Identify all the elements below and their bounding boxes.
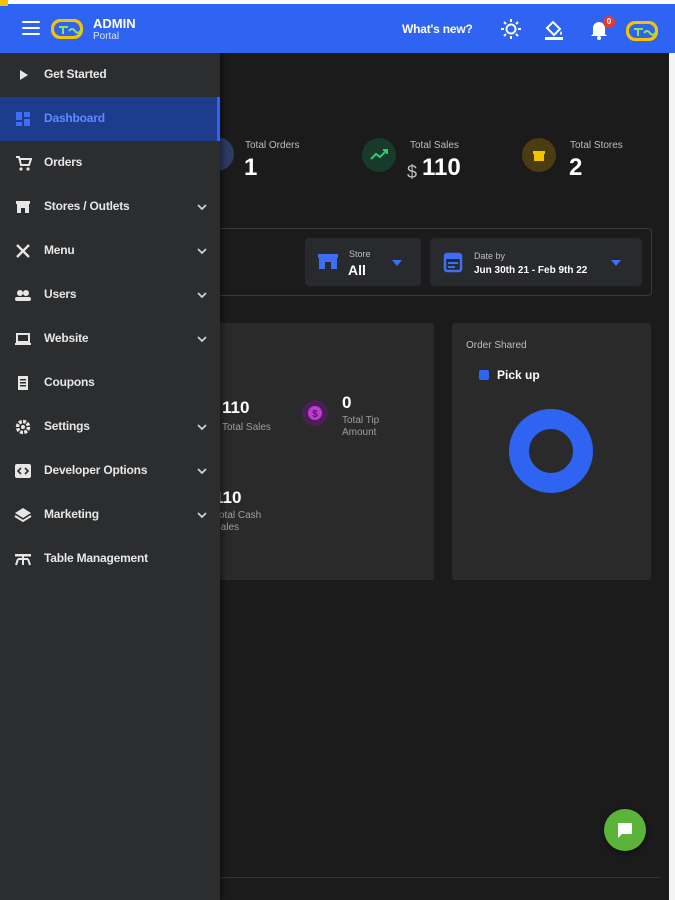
chat-icon bbox=[618, 823, 632, 838]
order-shared-title: Order Shared bbox=[466, 340, 527, 351]
users-icon bbox=[15, 290, 31, 301]
hamburger-menu-icon[interactable] bbox=[22, 21, 40, 35]
chevron-down-icon bbox=[197, 248, 207, 255]
content-divider bbox=[220, 877, 660, 878]
sidebar-item-settings[interactable]: Settings bbox=[0, 405, 220, 449]
sidebar-item-label: Get Started bbox=[44, 67, 107, 81]
sidebar-item-label: Marketing bbox=[44, 507, 99, 521]
order-shared-donut-chart bbox=[509, 409, 593, 493]
sidebar-item-website[interactable]: Website bbox=[0, 317, 220, 361]
store-icon bbox=[318, 254, 338, 269]
brand-subtitle: Portal bbox=[93, 31, 120, 42]
summary-total-tip-value: 0 bbox=[342, 393, 352, 412]
legend-swatch[interactable] bbox=[479, 370, 489, 380]
storefront-icon bbox=[522, 138, 556, 172]
coupon-icon bbox=[18, 376, 28, 390]
sidebar-item-label: Users bbox=[44, 287, 77, 301]
sidebar-item-developer-options[interactable]: Developer Options bbox=[0, 449, 220, 493]
date-range-label: Date by bbox=[474, 251, 506, 261]
trending-up-icon bbox=[362, 138, 396, 172]
sun-icon[interactable] bbox=[500, 18, 522, 40]
utensils-icon bbox=[16, 244, 30, 258]
chevron-down-icon bbox=[197, 292, 207, 299]
sidebar-item-dashboard[interactable]: Dashboard bbox=[0, 97, 220, 141]
sidebar-item-menu[interactable]: Menu bbox=[0, 229, 220, 273]
total-orders-label: Total Orders bbox=[245, 140, 300, 151]
sidebar: Get Started Dashboard Orders Stores / Ou… bbox=[0, 53, 220, 900]
svg-text:$: $ bbox=[312, 409, 318, 420]
calendar-icon bbox=[443, 252, 463, 273]
window-edge bbox=[669, 53, 675, 900]
layers-icon bbox=[14, 508, 32, 523]
store-dropdown-value: All bbox=[348, 262, 366, 278]
sidebar-item-label: Website bbox=[44, 331, 89, 345]
dashboard-icon bbox=[16, 112, 30, 126]
summary-total-tip-label-2: Amount bbox=[342, 427, 377, 438]
store-dropdown-label: Store bbox=[349, 249, 371, 259]
sidebar-item-label: Stores / Outlets bbox=[44, 199, 130, 213]
sidebar-item-label: Developer Options bbox=[44, 463, 148, 477]
sidebar-item-stores-outlets[interactable]: Stores / Outlets bbox=[0, 185, 220, 229]
summary-total-sales-label: Total Sales bbox=[222, 422, 271, 433]
total-sales-value: 110 bbox=[422, 154, 461, 181]
top-bar: ADMIN Portal What's new? 0 bbox=[0, 4, 675, 53]
brand-logo bbox=[51, 19, 83, 39]
summary-total-sales-value: 110 bbox=[222, 398, 250, 417]
summary-total-tip-label-1: Total Tip bbox=[342, 415, 380, 426]
sales-summary-card bbox=[200, 323, 434, 580]
sidebar-item-label: Dashboard bbox=[44, 111, 105, 125]
user-avatar[interactable] bbox=[625, 18, 659, 44]
date-range-value: Jun 30th 21 - Feb 9th 22 bbox=[474, 265, 588, 276]
chevron-down-icon bbox=[197, 204, 207, 211]
caret-down-icon bbox=[392, 260, 402, 266]
code-icon bbox=[15, 464, 31, 478]
store-dropdown[interactable]: Store All bbox=[305, 238, 421, 286]
sidebar-item-label: Menu bbox=[44, 243, 75, 257]
sidebar-item-coupons[interactable]: Coupons bbox=[0, 361, 220, 405]
play-icon bbox=[20, 70, 28, 80]
caret-down-icon bbox=[611, 260, 621, 266]
chat-button[interactable] bbox=[604, 809, 646, 851]
sidebar-item-label: Coupons bbox=[44, 375, 95, 389]
store-icon bbox=[16, 201, 30, 213]
total-stores-value: 2 bbox=[569, 154, 583, 181]
tip-dollar-icon: $ bbox=[302, 400, 328, 426]
donut-slice-pick-up[interactable] bbox=[509, 409, 593, 493]
paint-bucket-icon[interactable] bbox=[543, 18, 565, 40]
cart-icon bbox=[16, 156, 32, 171]
total-orders-value: 1 bbox=[244, 154, 258, 181]
laptop-icon bbox=[15, 333, 31, 345]
chevron-down-icon bbox=[197, 336, 207, 343]
total-sales-label: Total Sales bbox=[410, 140, 459, 151]
total-sales-currency: $ bbox=[407, 162, 418, 182]
whats-new-link[interactable]: What's new? bbox=[402, 22, 473, 36]
sidebar-item-marketing[interactable]: Marketing bbox=[0, 493, 220, 537]
gear-icon bbox=[15, 419, 31, 435]
date-range-dropdown[interactable]: Date by Jun 30th 21 - Feb 9th 22 bbox=[430, 238, 642, 286]
brand-title: ADMIN bbox=[93, 16, 136, 31]
sidebar-item-label: Orders bbox=[44, 155, 83, 169]
sidebar-item-label: Settings bbox=[44, 419, 90, 433]
chevron-down-icon bbox=[197, 512, 207, 519]
sidebar-item-users[interactable]: Users bbox=[0, 273, 220, 317]
sidebar-item-table-management[interactable]: Table Management bbox=[0, 537, 220, 581]
sidebar-item-label: Table Management bbox=[44, 551, 148, 565]
window-corner bbox=[0, 0, 8, 6]
legend-label[interactable]: Pick up bbox=[497, 368, 540, 382]
total-stores-label: Total Stores bbox=[570, 140, 623, 151]
summary-total-cash-label-1: Total Cash bbox=[214, 510, 262, 521]
table-icon bbox=[15, 554, 31, 566]
sidebar-item-orders[interactable]: Orders bbox=[0, 141, 220, 185]
notification-badge: 0 bbox=[603, 16, 615, 28]
chevron-down-icon bbox=[197, 468, 207, 475]
chevron-down-icon bbox=[197, 424, 207, 431]
sidebar-item-get-started[interactable]: Get Started bbox=[0, 53, 220, 97]
